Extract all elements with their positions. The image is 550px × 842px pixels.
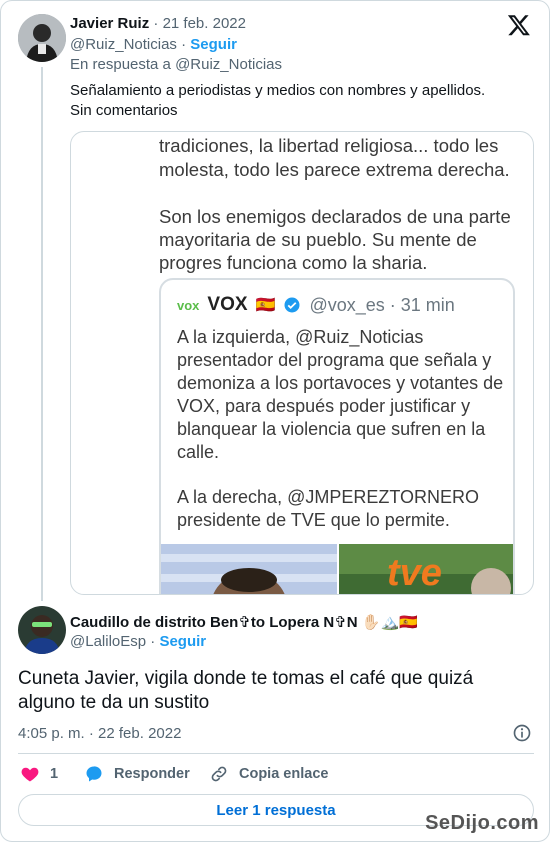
image-text-line: molesta, todo les parece extrema derecha…: [159, 159, 510, 180]
avatar[interactable]: [18, 14, 66, 62]
reply-timestamp[interactable]: 4:05 p. m. · 22 feb. 2022: [18, 725, 181, 742]
embedded-tweet-card: vox VOX 🇪🇸 @vox_es · 31 min A la izquier…: [159, 278, 515, 594]
tweet-text-line: Sin comentarios: [70, 102, 178, 119]
embedded-text-line: blanquear la violencia que sufren en la: [177, 419, 486, 439]
follow-button[interactable]: Seguir: [159, 633, 206, 650]
divider: [18, 753, 534, 754]
verified-icon: [284, 297, 300, 313]
x-logo-icon[interactable]: [507, 13, 531, 37]
embedded-text-line: A la derecha, @JMPEREZTORNERO: [177, 487, 480, 507]
handle-line: @Ruiz_Noticias · Seguir: [70, 36, 237, 53]
image-text-line: tradiciones, la libertad religiosa... to…: [159, 135, 499, 156]
info-icon[interactable]: [512, 723, 532, 743]
reply-tweet-text: Cuneta Javier, vigila donde te tomas el …: [18, 668, 474, 713]
embedded-text-line: presidente de TVE que lo permite.: [177, 510, 450, 530]
tweet-text: Señalamiento a periodistas y medios con …: [70, 81, 485, 121]
reply-label: Responder: [114, 766, 190, 782]
embedded-header: vox VOX 🇪🇸 @vox_es · 31 min: [177, 294, 455, 316]
flag-icon: 🇪🇸: [255, 297, 276, 314]
thread-line: [41, 67, 43, 601]
like-button[interactable]: 1: [20, 764, 58, 784]
embedded-text-line: presentador del programa que señala y: [177, 350, 492, 370]
author-line: Javier Ruiz · 21 feb. 2022: [70, 15, 246, 32]
reply-button[interactable]: Responder: [84, 764, 190, 784]
tweet-date[interactable]: 21 feb. 2022: [163, 15, 246, 32]
tve-logo: tve: [387, 552, 442, 594]
reply-handle-line: @LaliloEsp · Seguir: [70, 633, 207, 650]
embedded-text-line: calle.: [177, 442, 220, 462]
image-text-line: Son los enemigos declarados de una parte: [159, 206, 511, 227]
reply-author-handle[interactable]: @LaliloEsp: [70, 633, 146, 650]
avatar-photo-icon: [18, 606, 66, 654]
embedded-name: VOX: [207, 294, 248, 315]
embedded-photos: tve: [161, 544, 513, 594]
reply-to-label[interactable]: En respuesta a @Ruiz_Noticias: [70, 56, 282, 73]
embedded-text-line: demoniza a los portavoces y votantes de: [177, 373, 504, 393]
copy-link-button[interactable]: Copia enlace: [209, 764, 328, 784]
watermark: SeDijo.com: [425, 812, 539, 834]
reply-author-line: Caudillo de distrito Ben✞to Lopera N✞N ✋…: [70, 613, 418, 631]
reply-author-name[interactable]: Caudillo de distrito Ben✞to Lopera N✞N ✋…: [70, 614, 418, 631]
like-count: 1: [50, 766, 59, 782]
embedded-handle-time: @vox_es · 31 min: [309, 294, 455, 315]
author-name[interactable]: Javier Ruiz: [70, 15, 149, 32]
copy-link-label: Copia enlace: [239, 766, 329, 782]
tweet-embed-card: Javier Ruiz · 21 feb. 2022 @Ruiz_Noticia…: [0, 0, 550, 842]
avatar-photo-icon: [18, 14, 66, 62]
link-icon: [211, 766, 227, 782]
embedded-photo-icon: [161, 544, 513, 594]
tweet-text-line: Señalamiento a periodistas y medios con …: [70, 82, 486, 99]
embedded-text-line: VOX, para después poder justificar y: [177, 396, 471, 416]
image-text-line: mayoritaria de su pueblo. Su mente de: [159, 229, 477, 250]
follow-button[interactable]: Seguir: [190, 36, 237, 53]
embedded-text-line: A la izquierda, @Ruiz_Noticias: [177, 327, 424, 347]
avatar[interactable]: [18, 606, 66, 654]
heart-icon: [21, 767, 39, 782]
author-handle[interactable]: @Ruiz_Noticias: [70, 36, 177, 53]
image-text-line: progres funciona como la sharia.: [159, 252, 428, 273]
tweet-media-image[interactable]: tradiciones, la libertad religiosa... to…: [70, 131, 534, 595]
vox-logo-icon: vox: [177, 297, 200, 313]
reply-bubble-icon: [86, 766, 102, 782]
